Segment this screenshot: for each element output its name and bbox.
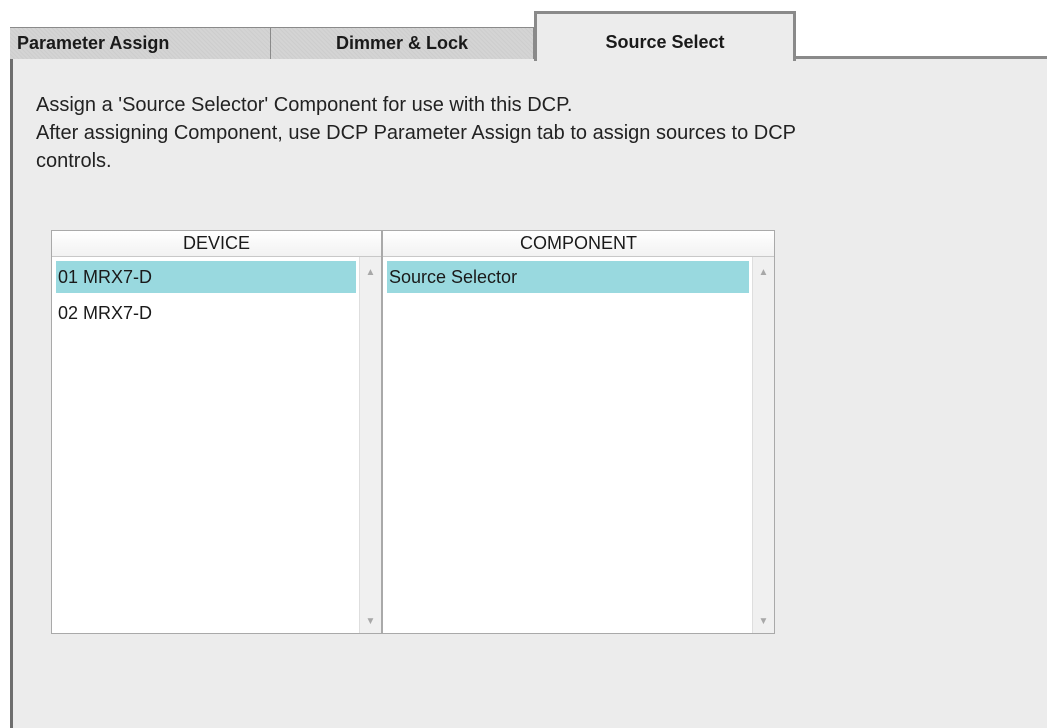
description-line-1: Assign a 'Source Selector' Component for… [36,94,573,116]
description: Assign a 'Source Selector' Component for… [36,91,1026,175]
tab-parameter-assign[interactable]: Parameter Assign [10,27,271,59]
source-select-panel: Assign a 'Source Selector' Component for… [10,59,1047,728]
component-list: COMPONENT Source Selector ▲ ▼ [382,230,775,634]
tab-bar: Parameter Assign Dimmer & Lock Source Se… [10,11,1047,61]
device-column-header[interactable]: DEVICE [52,231,381,257]
caret-up-icon[interactable]: ▲ [753,267,774,278]
component-column-header[interactable]: COMPONENT [383,231,774,257]
caret-up-icon[interactable]: ▲ [360,267,381,278]
description-line-2: After assigning Component, use DCP Param… [36,122,797,144]
device-list: DEVICE 01 MRX7-D 02 MRX7-D ▲ ▼ [51,230,382,634]
device-list-body: 01 MRX7-D 02 MRX7-D [52,257,360,633]
tab-dimmer-lock[interactable]: Dimmer & Lock [271,27,534,59]
tab-source-select[interactable]: Source Select [534,11,796,61]
caret-down-icon[interactable]: ▼ [753,616,774,627]
caret-down-icon[interactable]: ▼ [360,616,381,627]
component-list-scrollbar[interactable]: ▲ ▼ [752,257,774,633]
description-line-3: controls. [36,150,112,172]
device-item-02[interactable]: 02 MRX7-D [56,297,356,329]
device-item-01[interactable]: 01 MRX7-D [56,261,356,293]
device-list-scrollbar[interactable]: ▲ ▼ [359,257,381,633]
component-list-body: Source Selector [383,257,753,633]
component-item-source-selector[interactable]: Source Selector [387,261,749,293]
